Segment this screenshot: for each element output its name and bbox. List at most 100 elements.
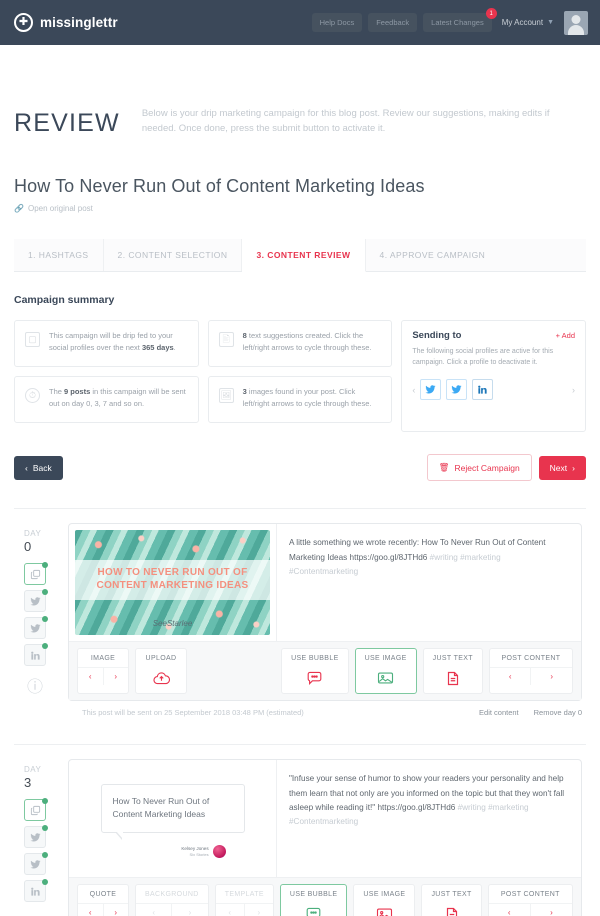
option-quote-arrows-3: ‹ › [78,903,128,916]
profile-linkedin-1[interactable] [472,379,494,401]
option-quote-3[interactable]: QUOTE ‹ › [77,884,129,916]
nav-item-help-docs[interactable]: Help Docs [311,13,363,32]
option-upload-0[interactable]: UPLOAD [135,648,187,695]
option-post-content-prev-0[interactable]: ‹ [490,668,532,686]
option-use-image-0[interactable]: USE IMAGE [354,648,417,695]
chevron-right-icon: › [572,462,575,473]
help-circle-icon[interactable]: ⓘ [24,674,46,696]
option-use-image-3[interactable]: USE IMAGE [353,884,416,916]
remove-day-link-0[interactable]: Remove day 0 [534,708,582,717]
post-card-3: How To Never Run Out of Content Marketin… [68,759,582,916]
upload-cloud-icon [152,667,170,692]
channel-all-3[interactable] [24,798,48,822]
option-image-0[interactable]: IMAGE ‹ › [77,648,129,695]
option-background-3[interactable]: BACKGROUND ‹ › [135,884,209,916]
picture-icon [377,667,394,692]
post-card-body-0: HOW TO NEVER RUN OUT OF CONTENT MARKETIN… [69,524,581,642]
option-post-content-next-0[interactable]: › [531,668,572,685]
option-use-bubble-0[interactable]: USE BUBBLE [281,648,349,695]
option-quote-next-3[interactable]: › [104,904,129,916]
profiles-next-arrow[interactable]: › [572,385,575,395]
twitter-icon [425,385,436,394]
option-post-content-0[interactable]: POST CONTENT ‹ › [488,648,573,695]
profile-twitter-1[interactable] [420,379,442,401]
tab-approve-campaign[interactable]: 4. APPROVE CAMPAIGN [366,239,500,271]
open-original-post-link[interactable]: 🔗 Open original post [14,204,586,213]
my-account-label: My Account [501,18,544,27]
profiles-prev-arrow[interactable]: ‹ [412,385,415,395]
channel-linkedin-3[interactable] [24,879,48,903]
next-button[interactable]: Next › [538,455,586,480]
channel-active-dot [42,643,48,650]
my-account-menu[interactable]: My Account ▼ [502,18,554,27]
sending-to-header: Sending to + Add [412,330,575,341]
channel-all-0[interactable] [24,562,48,586]
bubble-author-row: Kelsey Jones Six Stories [181,845,226,859]
tab-content-review[interactable]: 3. CONTENT REVIEW [242,239,366,273]
option-template-arrows-3: ‹ › [215,903,273,916]
campaign-action-row: ‹ Back 🗑 Reject Campaign Next › [14,454,586,482]
open-original-post-label: Open original post [27,204,93,214]
option-background-next-3: › [188,908,192,916]
option-quote-prev-3[interactable]: ‹ [78,904,104,916]
channel-twitter-2-3[interactable] [24,852,48,876]
post-text-main-0: A little something we wrote recently: Ho… [289,538,546,562]
channel-twitter-1-3[interactable] [24,825,48,849]
reject-campaign-button[interactable]: 🗑 Reject Campaign [426,454,532,482]
post-text-3[interactable]: "Infuse your sense of humor to show your… [277,760,581,877]
image-headline-line-1: HOW TO NEVER RUN OUT OF [97,567,248,579]
post-text-paragraph-0: A little something we wrote recently: Ho… [289,536,567,579]
option-background-arrows-3: ‹ › [136,903,208,916]
bubble-preview[interactable]: How To Never Run Out of Content Marketin… [75,766,270,871]
layers-icon [30,805,40,816]
add-profile-button[interactable]: + Add [556,331,575,340]
day-label-0: DAY [24,529,42,539]
channel-active-dot [42,798,48,805]
option-use-bubble-3[interactable]: USE BUBBLE [279,884,348,916]
option-just-text-3[interactable]: JUST TEXT [421,884,482,916]
channel-linkedin-0[interactable] [24,643,48,667]
option-image-next-0[interactable]: › [104,668,129,685]
back-button[interactable]: ‹ Back [14,455,63,480]
post-preview-3: How To Never Run Out of Content Marketin… [69,760,277,878]
summary-column-middle: 🖹 8 text suggestions created. Click the … [207,320,393,424]
post-text-0[interactable]: A little something we wrote recently: Ho… [277,524,581,641]
option-use-bubble-label-3: USE BUBBLE [289,891,338,899]
option-post-content-prev-3[interactable]: ‹ [489,904,531,916]
post-card-body-3: How To Never Run Out of Content Marketin… [69,760,581,878]
page-description: Below is your drip marketing campaign fo… [141,108,550,134]
option-just-text-0[interactable]: JUST TEXT [422,648,483,695]
channel-active-dot [42,879,48,886]
option-post-content-3[interactable]: POST CONTENT ‹ › [487,884,573,916]
post-footer-actions-0: Edit content Remove day 0 [479,708,582,717]
bubble-author-label: Kelsey Jones [181,845,209,851]
channel-active-dot [42,852,48,859]
option-template-3[interactable]: TEMPLATE ‹ › [214,884,274,916]
nav-item-feedback[interactable]: Feedback [368,13,418,32]
document-icon: 🖹 [218,332,234,348]
channel-twitter-2-0[interactable] [24,616,48,640]
profile-twitter-2[interactable] [446,379,468,401]
brand-logo[interactable]: ✚ missinglettr [14,13,118,32]
trash-icon: 🗑 [438,462,450,473]
channel-twitter-1-0[interactable] [24,589,48,613]
summary-card-drip: ▢ This campaign will be drip fed to your… [14,320,199,368]
option-post-content-next-3[interactable]: › [531,904,572,916]
edit-content-link-0[interactable]: Edit content [479,708,519,717]
channel-active-dot [42,562,48,569]
tab-content-selection[interactable]: 2. CONTENT SELECTION [104,239,243,272]
back-button-label: Back [32,462,52,473]
option-image-label-0: IMAGE [90,655,116,663]
blog-post-title: How To Never Run Out of Content Marketin… [14,176,425,197]
tab-hashtags[interactable]: 1. HASHTAGS [14,239,104,272]
nav-item-latest-changes[interactable]: Latest Changes 1 [423,8,497,32]
summary-card-images-text: 3 images found in your post. Click left/… [243,386,382,409]
option-background-prev-3: ‹ [136,904,173,916]
option-image-prev-0[interactable]: ‹ [78,668,104,686]
channel-list-0: ⓘ [24,562,68,696]
post-image-thumbnail[interactable]: HOW TO NEVER RUN OUT OF CONTENT MARKETIN… [75,530,270,636]
avatar[interactable] [564,10,588,35]
option-template-prev-3: ‹ [216,904,245,916]
sending-to-panel: Sending to + Add The following social pr… [401,320,586,433]
image-headline-line-2: CONTENT MARKETING IDEAS [96,579,249,591]
